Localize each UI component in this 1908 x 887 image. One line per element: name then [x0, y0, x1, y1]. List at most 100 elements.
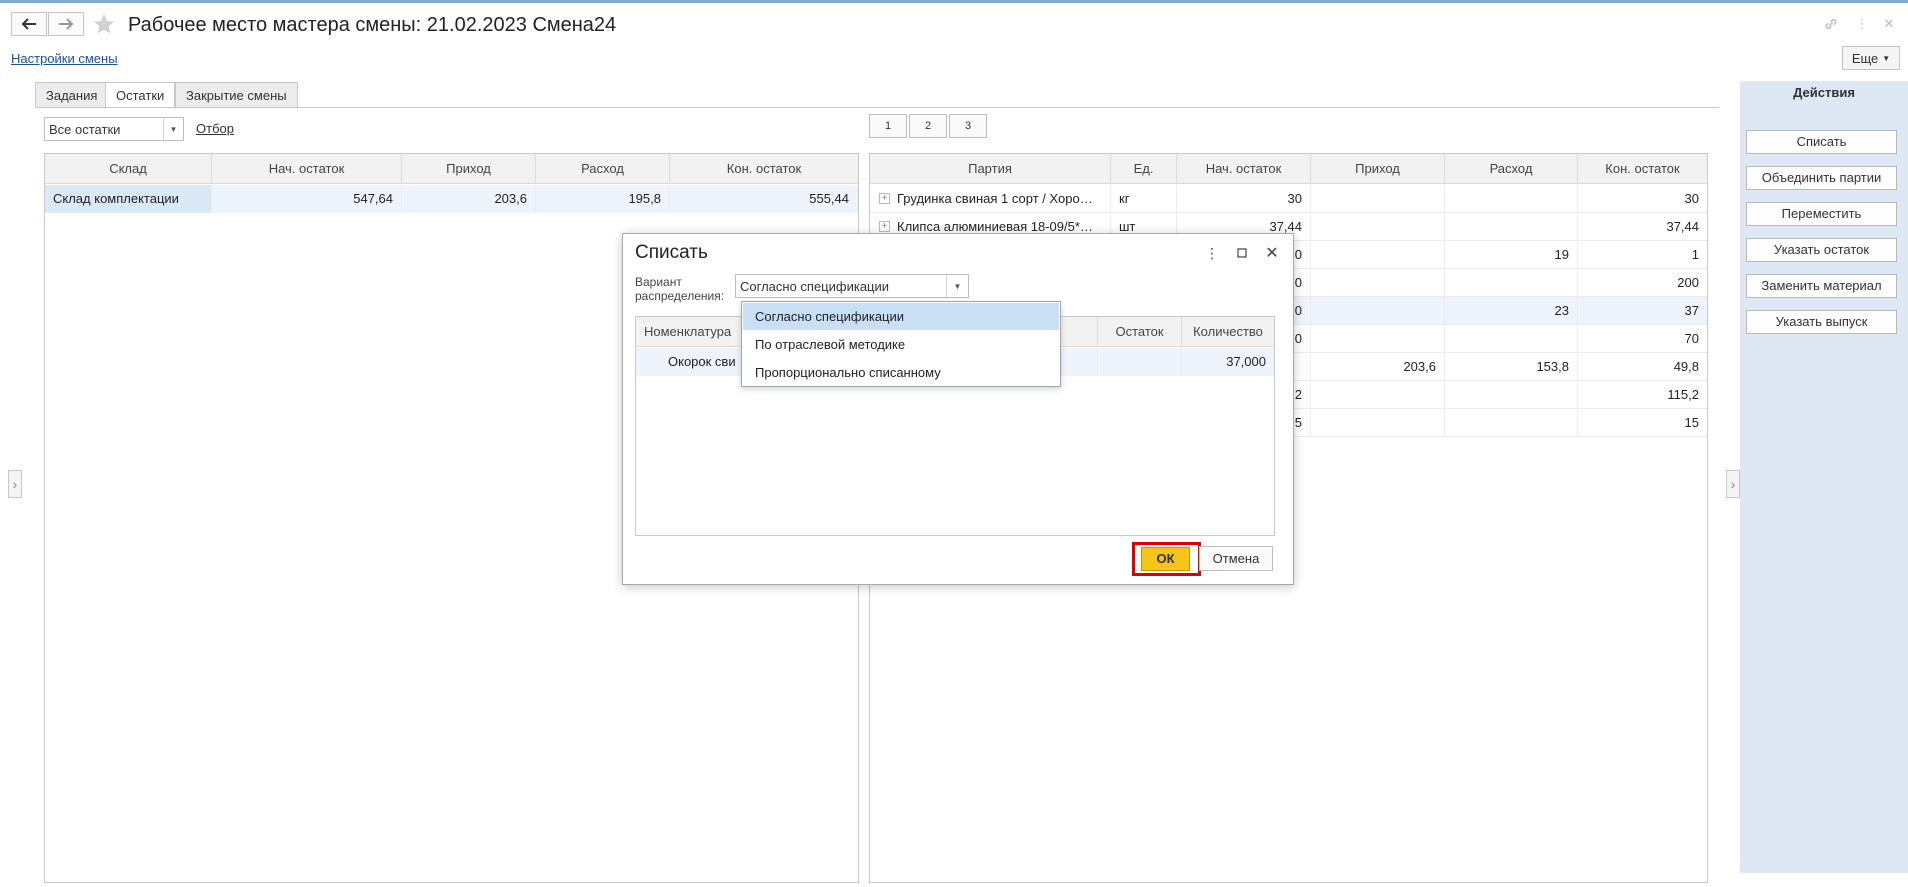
cell-rashod	[1445, 409, 1578, 437]
col-ostatok[interactable]: Остаток	[1098, 317, 1182, 347]
actions-title: Действия	[1793, 85, 1855, 100]
cell-nach: 547,64	[212, 185, 402, 213]
option-proporcionalno-spisannomu[interactable]: Пропорционально списанному	[743, 359, 1059, 386]
write-off-button[interactable]: Списать	[1746, 130, 1897, 154]
right-collapse-handle[interactable]: ›	[1726, 470, 1740, 498]
cell-partiya: Грудинка свиная 1 сорт / Хоро…	[870, 185, 1111, 213]
cell-rashod	[1445, 325, 1578, 353]
set-output-button[interactable]: Указать выпуск	[1746, 310, 1897, 334]
cell-rashod: 23	[1445, 297, 1578, 325]
table-header: Склад Нач. остаток Приход Расход Кон. ос…	[45, 154, 858, 184]
maximize-icon[interactable]	[1234, 244, 1250, 262]
table-row[interactable]: Склад комплектации 547,64 203,6 195,8 55…	[45, 185, 858, 213]
close-icon[interactable]: ✕	[1264, 244, 1280, 262]
page-title: Рабочее место мастера смены: 21.02.2023 …	[128, 14, 617, 36]
cell-kon: 30	[1684, 191, 1699, 206]
cell-prihod	[1311, 297, 1445, 325]
filter-link[interactable]: Отбор	[196, 121, 234, 136]
page-button-3[interactable]: 3	[949, 114, 987, 138]
expand-icon[interactable]: +	[879, 193, 890, 204]
col-nach-ostatok[interactable]: Нач. остаток	[212, 154, 402, 184]
arrow-left-icon	[21, 18, 36, 30]
window-top-border	[0, 0, 1908, 3]
col-partiya[interactable]: Партия	[870, 154, 1111, 184]
variant-label-line2: распределения:	[635, 289, 725, 303]
option-soglasno-specifikacii[interactable]: Согласно спецификации	[743, 303, 1059, 330]
cell-rashod	[1445, 381, 1578, 409]
forward-button[interactable]	[48, 12, 84, 36]
more-button-label: Еще	[1851, 50, 1879, 66]
cell-prihod	[1311, 185, 1445, 213]
cell-sklad: Склад комплектации	[45, 185, 212, 213]
balances-filter-value: Все остатки	[49, 122, 121, 137]
move-button[interactable]: Переместить	[1746, 202, 1897, 226]
cell-kon: 115,2	[1667, 387, 1699, 402]
cell-kon: 70	[1684, 331, 1699, 346]
cell-kon: 15	[1684, 415, 1699, 430]
col-kolichestvo[interactable]: Количество	[1182, 317, 1274, 347]
variant-label: Вариант распределения:	[635, 275, 724, 303]
link-icon[interactable]	[1823, 16, 1839, 32]
ok-button[interactable]: ОК	[1141, 547, 1190, 571]
variant-label-line1: Вариант	[635, 275, 682, 289]
tab-zakrytie-smeny[interactable]: Закрытие смены	[175, 82, 298, 108]
cell-prihod	[1311, 269, 1445, 297]
left-collapse-handle[interactable]: ›	[8, 470, 22, 498]
cancel-button[interactable]: Отмена	[1199, 546, 1273, 571]
col-kon-ostatok[interactable]: Кон. остаток	[670, 154, 858, 184]
cell-kon: 49,8	[1673, 359, 1699, 374]
col-sklad[interactable]: Склад	[45, 154, 212, 184]
cell-kon: 200	[1677, 275, 1699, 290]
settings-link[interactable]: Настройки смены	[11, 51, 118, 66]
cell-rashod	[1445, 269, 1578, 297]
set-balance-button[interactable]: Указать остаток	[1746, 238, 1897, 262]
cell-prihod	[1311, 409, 1445, 437]
distribution-variant-value: Согласно спецификации	[740, 279, 890, 294]
more-vertical-icon[interactable]: ⋮	[1204, 244, 1220, 262]
cell-rashod: 19	[1445, 241, 1578, 269]
arrow-right-icon	[59, 18, 74, 30]
cell-rashod	[1445, 213, 1578, 241]
cell-prihod	[1311, 213, 1445, 241]
col-nach-ostatok[interactable]: Нач. остаток	[1177, 154, 1311, 184]
cell-kon: 555,44	[670, 185, 858, 213]
cell-ostatok	[1098, 348, 1182, 376]
distribution-variant-select[interactable]: Согласно спецификации ▼	[735, 274, 969, 298]
balances-filter-select[interactable]: Все остатки ▼	[44, 117, 184, 141]
chevron-down-icon[interactable]: ▼	[163, 118, 183, 140]
tab-ostatki[interactable]: Остатки	[105, 82, 176, 109]
star-icon[interactable]	[92, 12, 116, 36]
col-prihod[interactable]: Приход	[402, 154, 536, 184]
cell-prihod: 203,6	[1311, 353, 1445, 381]
cell-prihod	[1311, 325, 1445, 353]
more-button[interactable]: Еще ▼	[1842, 46, 1900, 70]
cell-ed: кг	[1111, 185, 1177, 213]
more-vertical-icon[interactable]: ⋮	[1854, 16, 1870, 32]
cell-prihod	[1311, 241, 1445, 269]
cell-kon: 37	[1684, 303, 1699, 318]
distribution-variant-dropdown: Согласно спецификации По отраслевой мето…	[741, 301, 1061, 387]
cell-nach: 30	[1177, 185, 1311, 213]
chevron-down-icon[interactable]: ▼	[946, 275, 968, 297]
table-row[interactable]: Грудинка свиная 1 сорт / Хоро… кг 30 30 +	[870, 185, 1707, 213]
col-rashod[interactable]: Расход	[1445, 154, 1578, 184]
back-button[interactable]	[11, 12, 47, 36]
cell-rashod	[1445, 185, 1578, 213]
col-prihod[interactable]: Приход	[1311, 154, 1445, 184]
chevron-down-icon: ▼	[1882, 53, 1891, 63]
col-ed[interactable]: Ед.	[1111, 154, 1177, 184]
replace-material-button[interactable]: Заменить материал	[1746, 274, 1897, 298]
close-icon[interactable]: ✕	[1881, 16, 1897, 32]
expand-icon[interactable]: +	[879, 221, 890, 232]
tab-zadaniya[interactable]: Задания	[35, 82, 109, 108]
dialog-title: Списать	[635, 242, 708, 263]
col-rashod[interactable]: Расход	[536, 154, 670, 184]
cell-kolichestvo: 37,000	[1226, 354, 1266, 369]
page-button-2[interactable]: 2	[909, 114, 947, 138]
merge-batches-button[interactable]: Объединить партии	[1746, 166, 1897, 190]
option-po-otraslevoy-metodike[interactable]: По отраслевой методике	[743, 331, 1059, 358]
table-header: Партия Ед. Нач. остаток Приход Расход Ко…	[870, 154, 1707, 184]
actions-panel	[1740, 81, 1908, 873]
page-button-1[interactable]: 1	[869, 114, 907, 138]
col-kon-ostatok[interactable]: Кон. остаток	[1578, 154, 1707, 184]
